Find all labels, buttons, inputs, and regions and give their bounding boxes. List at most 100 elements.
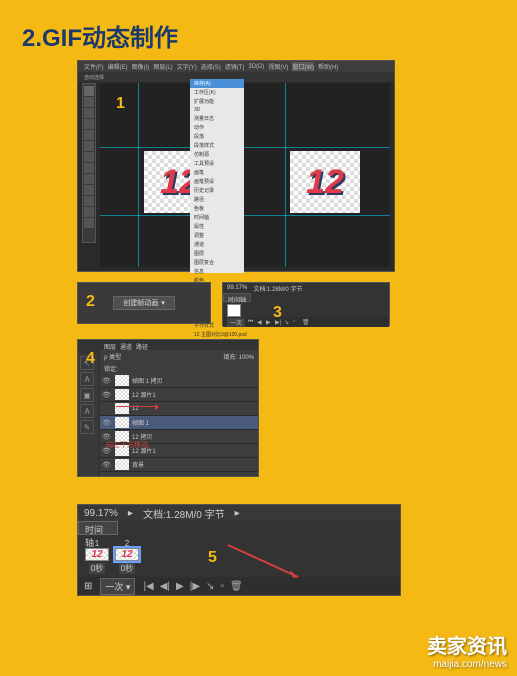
new-frame-icon[interactable]: ▫ [293, 319, 299, 325]
stamp-tool-icon[interactable] [84, 163, 94, 173]
prev-frame-icon[interactable]: ◀ [257, 319, 263, 325]
menu-item[interactable]: 画笔 [190, 168, 244, 177]
annotation-arrow [116, 406, 156, 407]
visibility-icon[interactable]: 👁 [102, 461, 112, 469]
loop-select[interactable]: 一次 [227, 318, 245, 327]
menu-item[interactable]: 12 主图对比3@100.psd [190, 330, 244, 339]
menu-filter[interactable]: 滤镜(T) [225, 62, 245, 71]
layer-options: ρ 类型 填充: 100% [100, 350, 258, 362]
frame-duration[interactable]: 0秒 [119, 563, 135, 574]
menu-item[interactable]: 信息 [190, 267, 244, 276]
crop-tool-icon[interactable] [84, 130, 94, 140]
play-icon[interactable]: ▶ [176, 581, 184, 592]
delete-frame-icon[interactable]: 🗑 [302, 319, 308, 325]
eyedropper-tool-icon[interactable] [84, 141, 94, 151]
menu-item-timeline[interactable]: 时间轴 [190, 213, 244, 222]
menu-item[interactable]: 库存(A) [190, 79, 244, 88]
menu-type[interactable]: 文字(Y) [177, 62, 197, 71]
type-tool-icon[interactable]: A [80, 404, 94, 418]
layer-row-selected[interactable]: 👁帧图 1 [100, 416, 258, 430]
menu-item[interactable]: 图层复合 [190, 258, 244, 267]
hand-tool-icon[interactable] [84, 218, 94, 228]
timeline-tab[interactable]: 时间轴 [223, 293, 251, 302]
first-frame-icon[interactable]: |◀ [143, 581, 153, 592]
convert-mode-icon[interactable]: ⊞ [84, 581, 92, 592]
canvas[interactable]: 12 12 [100, 83, 390, 267]
menu-image[interactable]: 图像(I) [132, 62, 150, 71]
layer-row[interactable]: 👁帧图 1 拷贝 [100, 374, 258, 388]
menu-item[interactable]: 历史记录 [190, 186, 244, 195]
menu-item[interactable]: 工具预设 [190, 159, 244, 168]
visibility-icon[interactable]: 👁 [102, 377, 112, 385]
frame-1[interactable] [227, 304, 241, 317]
menu-item[interactable]: 测量日志 [190, 114, 244, 123]
menu-help[interactable]: 帮助(H) [318, 62, 338, 71]
pen-tool-icon[interactable] [84, 196, 94, 206]
artwork-right: 12 [290, 151, 360, 213]
menu-item[interactable]: 工作区(K) [190, 88, 244, 97]
screenshot-3: 99.17% 文档:1.28M/0 字节 时间轴 3 一次 ⏮ ◀ ▶ ▶| ↘… [222, 282, 390, 326]
layer-row[interactable]: 👁背景 [100, 458, 258, 472]
menu-item[interactable]: 动作 [190, 123, 244, 132]
menu-edit[interactable]: 编辑(E) [108, 62, 128, 71]
prev-frame-icon[interactable]: ◀| [160, 581, 170, 592]
menu-view[interactable]: 视图(V) [268, 62, 288, 71]
type-tool-icon[interactable]: A [80, 372, 94, 386]
play-icon[interactable]: ▶ [266, 319, 272, 325]
move-tool-icon[interactable] [84, 86, 94, 96]
menu-item[interactable]: 调整 [190, 231, 244, 240]
layer-row[interactable]: 👁12 源片1 [100, 388, 258, 402]
menu-item[interactable]: 色板 [190, 204, 244, 213]
layer-thumb [115, 389, 129, 400]
loop-select[interactable]: 一次 ▾ [100, 578, 135, 595]
menu-3d[interactable]: 3D(D) [248, 64, 264, 70]
tab-layers[interactable]: 图层 [104, 342, 116, 348]
lasso-tool-icon[interactable] [84, 108, 94, 118]
menu-window[interactable]: 窗口(W) [292, 62, 314, 71]
menu-item[interactable]: 属性 [190, 222, 244, 231]
menu-item[interactable]: 段落 [190, 132, 244, 141]
delete-frame-icon[interactable]: 🗑 [230, 581, 243, 592]
tween-icon[interactable]: ↘ [206, 581, 214, 592]
menu-item[interactable]: 通道 [190, 240, 244, 249]
create-frame-animation-button[interactable]: 创建帧动画 ▾ [113, 296, 175, 310]
next-frame-icon[interactable]: |▶ [190, 581, 200, 592]
tab-paths[interactable]: 路径 [136, 342, 148, 348]
type-tool-icon[interactable] [84, 207, 94, 217]
wand-tool-icon[interactable] [84, 119, 94, 129]
frame-2-selected[interactable]: 2 12 0秒 [114, 539, 140, 573]
step-4-label: 4 [86, 350, 95, 368]
menu-item[interactable]: 扩展功能 [190, 97, 244, 106]
brush-tool-icon[interactable] [84, 152, 94, 162]
menu-item[interactable]: 图层 [190, 249, 244, 258]
visibility-icon[interactable]: 👁 [102, 419, 112, 427]
first-frame-icon[interactable]: ⏮ [248, 319, 254, 325]
marquee-tool-icon[interactable] [84, 97, 94, 107]
menu-layer[interactable]: 图层(L) [153, 62, 172, 71]
kind-filter[interactable]: ρ 类型 [104, 352, 121, 361]
timeline-controls: 一次 ⏮ ◀ ▶ ▶| ↘ ▫ 🗑 [223, 317, 389, 327]
menu-select[interactable]: 选择(S) [201, 62, 221, 71]
frame-number: 2 [125, 539, 129, 548]
menu-file[interactable]: 文件(F) [84, 62, 104, 71]
frame-1[interactable]: 1 12 0秒 [84, 539, 110, 573]
eraser-tool-icon[interactable] [84, 174, 94, 184]
color-tool-icon[interactable]: ▣ [80, 388, 94, 402]
tab-channels[interactable]: 通道 [120, 342, 132, 348]
frame-content: 12 [91, 549, 102, 560]
menu-item[interactable]: 仿制源 [190, 150, 244, 159]
eyedropper-tool-icon[interactable]: ✎ [80, 420, 94, 434]
new-frame-icon[interactable]: ▫ [220, 581, 224, 592]
layer-row[interactable]: 12 [100, 402, 258, 416]
menu-item[interactable]: 段落样式 [190, 141, 244, 150]
menu-item[interactable]: 画笔预设 [190, 177, 244, 186]
menu-item[interactable]: 3D [190, 106, 244, 114]
art-text: 12 [306, 163, 344, 202]
timeline-tab[interactable]: 时间轴 [78, 521, 118, 535]
frame-duration[interactable]: 0秒 [89, 563, 105, 574]
visibility-icon[interactable]: 👁 [102, 391, 112, 399]
gradient-tool-icon[interactable] [84, 185, 94, 195]
tween-icon[interactable]: ↘ [284, 319, 290, 325]
menu-item[interactable]: 路径 [190, 195, 244, 204]
step-5-label: 5 [208, 549, 217, 567]
